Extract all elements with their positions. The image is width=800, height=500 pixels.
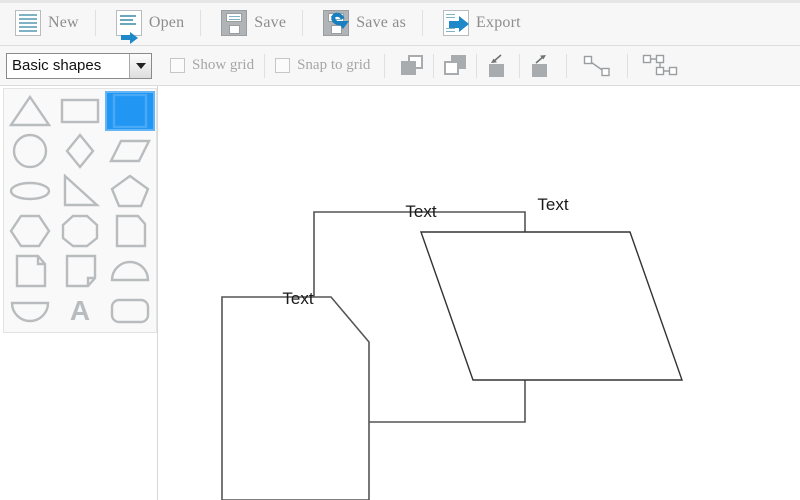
cut-corner-icon — [109, 214, 151, 248]
menu-item-new-label: New — [48, 13, 79, 31]
group-in-button[interactable] — [481, 51, 515, 81]
palette-item-half-circle-down[interactable] — [5, 291, 55, 331]
arrow-out-icon — [529, 54, 553, 78]
palette-item-right-triangle[interactable] — [55, 171, 105, 211]
menu-item-save-label: Save — [254, 13, 287, 31]
palette-item-octagon[interactable] — [55, 211, 105, 251]
snap-to-grid-label: Snap to grid — [297, 57, 371, 73]
palette-item-cut-corner[interactable] — [105, 211, 155, 251]
palette-item-circle[interactable] — [5, 131, 55, 171]
text-a-icon: A — [69, 295, 91, 326]
toolbar-divider — [566, 53, 568, 78]
toolbar-divider — [519, 53, 521, 78]
half-circle-up-icon — [109, 256, 151, 286]
right-triangle-icon — [59, 174, 101, 208]
shape-category-value: Basic shapes — [12, 57, 102, 74]
hexagon-icon — [9, 214, 51, 248]
send-to-back-icon — [443, 54, 467, 77]
parallelogram-label: Text — [537, 195, 568, 214]
palette-item-hexagon[interactable] — [5, 211, 55, 251]
snap-to-grid-checkbox[interactable]: Snap to grid — [275, 57, 370, 74]
palette-item-ellipse[interactable] — [5, 171, 55, 211]
pentagon-icon — [109, 174, 151, 208]
circle-icon — [9, 133, 51, 169]
menu-item-open[interactable]: Open — [105, 4, 195, 44]
canvas-svg[interactable]: Text Text Text — [159, 86, 800, 500]
menu-item-save-as[interactable]: Save as — [312, 4, 417, 42]
palette-item-square[interactable] — [105, 91, 155, 131]
menu-item-open-label: Open — [148, 13, 185, 31]
palette-item-rounded-rectangle[interactable] — [105, 291, 155, 331]
palette-item-pentagon[interactable] — [105, 171, 155, 211]
checkbox-box[interactable] — [275, 58, 291, 73]
open-folder-icon — [115, 9, 142, 44]
triangle-icon — [9, 94, 51, 128]
menu-item-new[interactable]: New — [4, 4, 90, 42]
rectangle-icon — [59, 94, 101, 128]
straight-connector-icon — [581, 54, 613, 78]
show-grid-checkbox[interactable]: Show grid — [170, 57, 254, 74]
toolbar-divider — [384, 53, 386, 78]
export-icon — [443, 9, 470, 36]
send-to-back-button[interactable] — [438, 51, 472, 81]
new-document-icon — [15, 9, 41, 36]
canvas-shape-cut-corner[interactable]: Text — [221, 289, 370, 500]
floppy-disk-icon — [221, 9, 248, 36]
half-circle-down-icon — [9, 296, 51, 326]
palette-item-parallelogram[interactable] — [105, 131, 155, 171]
elbow-connector-icon — [640, 54, 680, 78]
drawing-canvas[interactable]: Text Text Text — [159, 86, 800, 500]
cut-corner-outline[interactable] — [221, 296, 370, 500]
menu-item-save-as-label: Save as — [356, 13, 407, 31]
app-window: New Open Save Save as Export Basic shape… — [0, 0, 800, 500]
menu-divider — [422, 9, 424, 36]
straight-connector-button[interactable] — [575, 51, 619, 81]
octagon-icon — [59, 214, 101, 248]
bring-to-front-button[interactable] — [395, 51, 429, 81]
menu-divider — [94, 9, 96, 36]
group-out-button[interactable] — [524, 51, 558, 81]
palette-item-diamond[interactable] — [55, 131, 105, 171]
menu-item-save[interactable]: Save — [210, 4, 297, 42]
menu-item-export-label: Export — [476, 13, 521, 31]
shape-category-select[interactable]: Basic shapes — [6, 52, 152, 79]
toolbar-divider — [433, 53, 435, 78]
note-icon — [59, 254, 101, 288]
palette-item-triangle[interactable] — [5, 91, 55, 131]
toolbar-divider — [476, 53, 478, 78]
palette-item-half-circle-up[interactable] — [105, 251, 155, 291]
chevron-down-icon[interactable] — [129, 53, 151, 78]
show-grid-label: Show grid — [192, 57, 255, 73]
rectangle-label: Text — [405, 202, 436, 221]
toolbar-divider — [627, 53, 629, 78]
palette-item-folded-corner[interactable] — [5, 251, 55, 291]
menu-item-export[interactable]: Export — [432, 4, 532, 42]
diamond-icon — [59, 133, 101, 169]
main-menubar: New Open Save Save as Export — [0, 0, 800, 46]
ellipse-icon — [9, 174, 51, 208]
palette-item-rectangle[interactable] — [55, 91, 105, 131]
checkbox-box[interactable] — [170, 58, 185, 73]
parallelogram-icon — [109, 133, 151, 169]
menu-divider — [200, 9, 202, 36]
arrow-in-icon — [486, 53, 510, 78]
toolbar-divider — [264, 53, 266, 78]
rounded-rectangle-icon — [109, 294, 151, 328]
palette-item-note[interactable] — [55, 251, 105, 291]
bring-to-front-icon — [400, 54, 424, 77]
elbow-connector-button[interactable] — [636, 51, 684, 81]
menu-divider — [302, 9, 304, 36]
square-icon — [109, 94, 151, 128]
shape-toolbar: Basic shapes Show grid Snap to grid — [0, 46, 800, 86]
save-as-icon — [323, 9, 350, 36]
cut-corner-label: Text — [282, 289, 313, 308]
folded-corner-icon — [9, 254, 51, 288]
palette-item-text[interactable]: A — [55, 291, 105, 331]
shape-palette: A — [3, 88, 157, 333]
